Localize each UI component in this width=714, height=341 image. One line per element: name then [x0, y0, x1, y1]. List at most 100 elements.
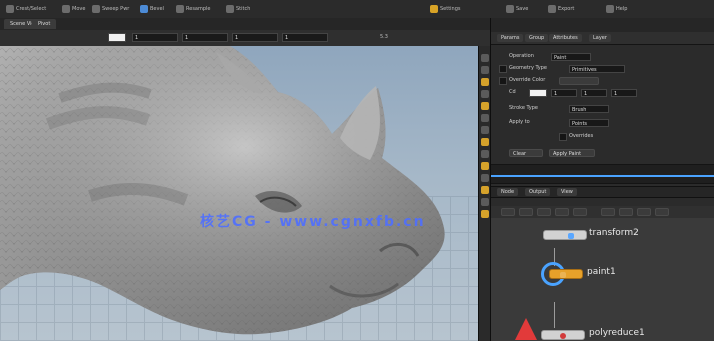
network-wire-2 [554, 302, 555, 328]
toolbar-tool-4[interactable]: Bevel [140, 2, 164, 16]
cd-field-r[interactable]: 1 [551, 89, 577, 97]
sweep-icon [92, 5, 100, 13]
param-row-stroke-type: Stroke Type Brush [499, 104, 709, 114]
toolbar-right-2[interactable]: Save [506, 2, 528, 16]
toolbar-tool-1[interactable]: Crest/Select [6, 2, 46, 16]
network-tool-9[interactable] [655, 208, 669, 216]
viewport-color-field[interactable] [108, 33, 126, 42]
view-tool-12[interactable] [481, 186, 489, 194]
tab-params[interactable]: Params [497, 34, 524, 42]
viewport-field-3[interactable]: 1 [232, 33, 278, 42]
toolbar-tool-2[interactable]: Move [62, 2, 85, 16]
resample-icon [176, 5, 184, 13]
node-network[interactable]: transform2 paint1 polyreduce1 [491, 218, 714, 341]
param-row-buttons: Clear Apply Paint [499, 148, 709, 158]
parameter-tabs: Params Group Attributes Layer [491, 32, 714, 45]
parameter-and-network-panel: Params Group Attributes Layer Operation … [490, 18, 714, 341]
stitch-icon [226, 5, 234, 13]
view-tool-10[interactable] [481, 162, 489, 170]
geometry-type-checkbox[interactable] [499, 65, 507, 73]
network-tool-2[interactable] [519, 208, 533, 216]
cd-field-b[interactable]: 1 [611, 89, 637, 97]
viewport-field-2[interactable]: 1 [182, 33, 228, 42]
view-tool-11[interactable] [481, 174, 489, 182]
network-tool-3[interactable] [537, 208, 551, 216]
network-tool-7[interactable] [619, 208, 633, 216]
viewport-toolbar: 1 1 1 1 5.3 [0, 30, 490, 47]
viewport-zoom-label: 5.3 [380, 34, 388, 40]
node-label-paint1: paint1 [587, 267, 616, 277]
param-row-geometry-type: Geometry Type Primitives [499, 64, 709, 74]
param-row-apply-to: Apply to Points [499, 118, 709, 128]
3d-viewport[interactable]: 核艺CG - www.cgnxfb.cn [0, 46, 478, 341]
network-tool-8[interactable] [637, 208, 651, 216]
network-tool-5[interactable] [573, 208, 587, 216]
overrides-checkbox[interactable] [559, 133, 567, 141]
move-icon [62, 5, 70, 13]
export-icon [548, 5, 556, 13]
view-tool-5[interactable] [481, 102, 489, 110]
select-icon [6, 5, 14, 13]
apply-to-dropdown[interactable]: Points [569, 119, 609, 127]
viewport-field-4[interactable]: 1 [282, 33, 328, 42]
param-row-operation: Operation Paint [499, 52, 709, 62]
apply-paint-button[interactable]: Apply Paint [549, 149, 595, 157]
view-tool-8[interactable] [481, 138, 489, 146]
view-tool-2[interactable] [481, 66, 489, 74]
polyreduce-icon [560, 333, 566, 339]
network-header: Node Output View [491, 186, 714, 198]
viewport-field-1[interactable]: 1 [132, 33, 178, 42]
bevel-icon [140, 5, 148, 13]
view-tool-6[interactable] [481, 114, 489, 122]
view-tool-1[interactable] [481, 54, 489, 62]
cd-color-swatch[interactable] [529, 89, 547, 97]
toolbar-tool-6[interactable]: Stitch [226, 2, 250, 16]
view-tool-7[interactable] [481, 126, 489, 134]
param-row-cd: Cd 1 1 1 [499, 88, 709, 98]
tab-group[interactable]: Group [525, 34, 549, 42]
stroke-type-dropdown[interactable]: Brush [569, 105, 609, 113]
tab-layer[interactable]: Layer [589, 34, 611, 42]
view-tool-9[interactable] [481, 150, 489, 158]
help-icon [606, 5, 614, 13]
selection-highlight [491, 175, 714, 177]
operation-dropdown[interactable]: Paint [551, 53, 591, 61]
node-transform2[interactable] [543, 230, 587, 240]
network-tab-view[interactable]: View [557, 188, 577, 196]
network-tab-output[interactable]: Output [525, 188, 551, 196]
node-label-polyreduce1: polyreduce1 [589, 328, 645, 338]
paint-icon [560, 272, 566, 278]
view-tool-13[interactable] [481, 198, 489, 206]
view-tool-14[interactable] [481, 210, 489, 218]
toolbar-right-1[interactable]: Settings [430, 2, 461, 16]
node-paint1[interactable] [549, 269, 583, 279]
network-tool-6[interactable] [601, 208, 615, 216]
param-row-override-color: Override Color [499, 76, 709, 86]
transform-icon [568, 233, 574, 239]
network-tool-1[interactable] [501, 208, 515, 216]
rhino-model [0, 46, 445, 335]
network-tool-4[interactable] [555, 208, 569, 216]
watermark-text: 核艺CG - www.cgnxfb.cn [200, 214, 426, 230]
override-color-button[interactable] [559, 77, 599, 85]
toolbar-tool-5[interactable]: Resample [176, 2, 211, 16]
geometry-type-dropdown[interactable]: Primitives [569, 65, 625, 73]
node-polyreduce1[interactable] [541, 330, 585, 340]
clear-button[interactable]: Clear [509, 149, 543, 157]
panel-header [491, 18, 714, 33]
cd-field-g[interactable]: 1 [581, 89, 607, 97]
view-tool-4[interactable] [481, 90, 489, 98]
toolbar-right-4[interactable]: Help [606, 2, 627, 16]
viewport-tab-pivot[interactable]: Pivot [32, 19, 57, 29]
node-label-transform2: transform2 [589, 228, 639, 238]
network-tab-node[interactable]: Node [497, 188, 519, 196]
param-row-overrides: Overrides [499, 132, 709, 142]
warning-icon [515, 318, 537, 340]
tab-attributes[interactable]: Attributes [549, 34, 582, 42]
toolbar-tool-3[interactable]: Sweep Pwr [92, 2, 129, 16]
settings-icon [430, 5, 438, 13]
view-tool-3[interactable] [481, 78, 489, 86]
selection-strip [491, 164, 714, 184]
toolbar-right-3[interactable]: Export [548, 2, 574, 16]
override-color-checkbox[interactable] [499, 77, 507, 85]
